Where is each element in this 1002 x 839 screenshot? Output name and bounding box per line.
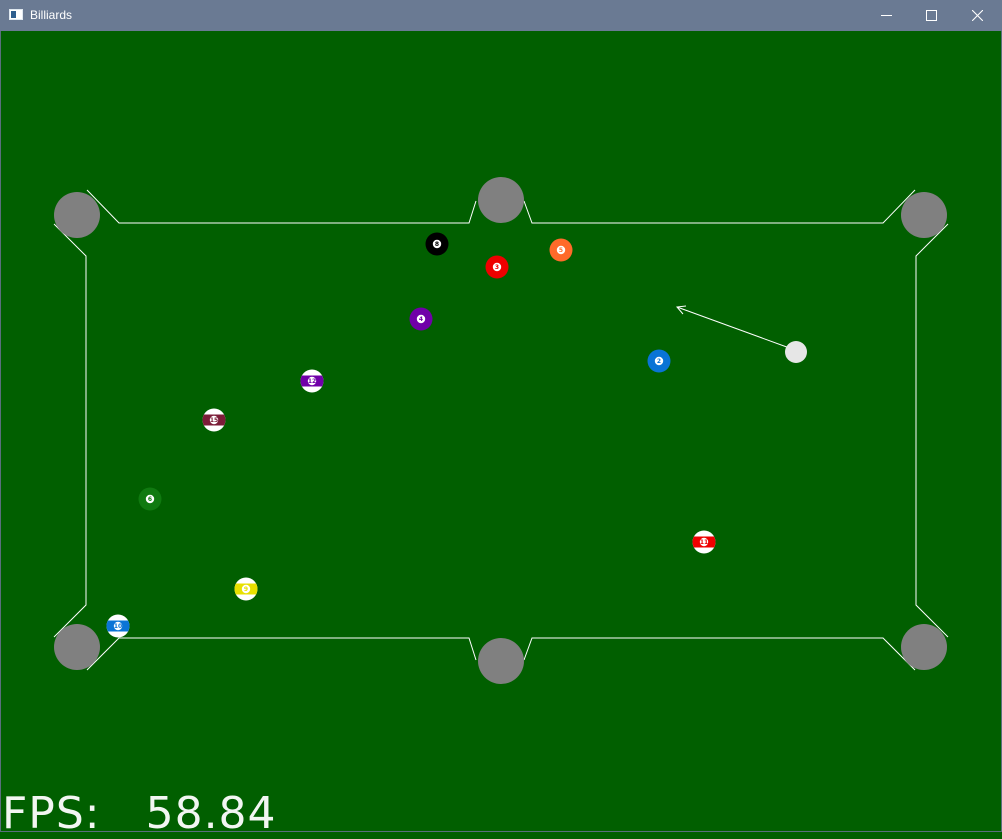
ball-11-number: 11	[700, 539, 708, 546]
ball-4: 4	[409, 307, 433, 331]
pocket-top-middle	[478, 177, 524, 223]
ball-2-number: 2	[657, 358, 661, 365]
pool-table-scene[interactable]: 8 3 5 4 2 12 15 6 11 9 10	[0, 0, 1002, 832]
pockets	[54, 177, 947, 684]
ball-11: 11	[692, 530, 716, 554]
pocket-bottom-right	[901, 624, 947, 670]
ball-10: 10	[106, 614, 130, 638]
ball-10-number: 10	[114, 623, 122, 630]
object-balls: 8 3 5 4 2 12 15 6 11 9 10	[106, 232, 716, 638]
cue-ball[interactable]	[785, 341, 807, 363]
ball-12: 12	[300, 369, 324, 393]
cue-aim-line	[676, 305, 796, 351]
ball-5-number: 5	[559, 247, 563, 254]
ball-8: 8	[425, 232, 449, 256]
fps-label: FPS:	[2, 788, 101, 839]
pocket-bottom-middle	[478, 638, 524, 684]
bottom-right-rail	[523, 637, 916, 671]
fps-counter: FPS: 58.84	[2, 792, 277, 836]
ball-3-number: 3	[495, 264, 499, 271]
top-left-rail	[86, 189, 477, 224]
ball-6: 6	[138, 487, 162, 511]
bottom-left-rail	[86, 637, 477, 671]
ball-15: 15	[202, 408, 226, 432]
left-rail	[53, 223, 87, 638]
ball-8-number: 8	[435, 241, 439, 248]
ball-5: 5	[549, 238, 573, 262]
ball-15-number: 15	[210, 417, 218, 424]
ball-2: 2	[647, 349, 671, 373]
pocket-bottom-left	[54, 624, 100, 670]
ball-12-number: 12	[308, 378, 316, 385]
ball-9-number: 9	[244, 586, 248, 593]
ball-4-number: 4	[419, 316, 423, 323]
fps-value: 58.84	[145, 788, 277, 839]
ball-9: 9	[234, 577, 258, 601]
pocket-top-right	[901, 192, 947, 238]
billiards-window: Billiards 8 3 5 4 2 12 15 6 11 9 10 FPS:…	[0, 0, 1002, 836]
ball-6-number: 6	[148, 496, 152, 503]
right-rail	[915, 223, 949, 638]
pocket-top-left	[54, 192, 100, 238]
top-right-rail	[523, 189, 916, 224]
ball-3: 3	[485, 255, 509, 279]
